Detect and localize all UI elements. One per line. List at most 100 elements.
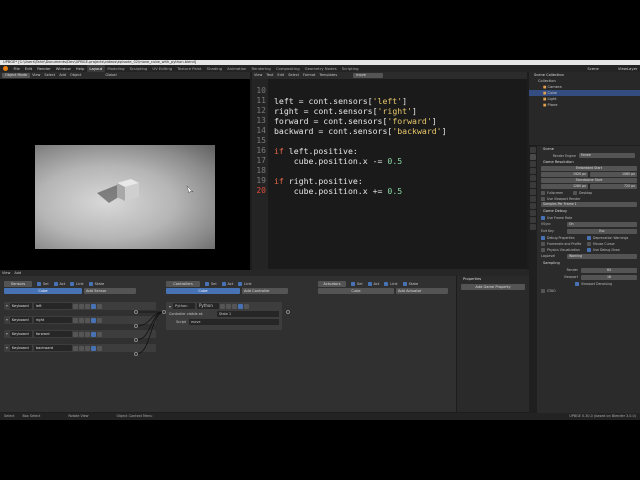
mouse-cursor-checkbox[interactable] bbox=[587, 241, 591, 246]
section-game-resolution[interactable]: Game Resolution bbox=[539, 159, 639, 165]
menu-file[interactable]: File bbox=[11, 65, 22, 72]
view-layer-tab-icon[interactable] bbox=[530, 168, 536, 174]
embedded-res-x[interactable]: 1920 px bbox=[541, 172, 588, 177]
sensors-link-checkbox[interactable] bbox=[70, 281, 75, 286]
tab-uv-editing[interactable]: UV Editing bbox=[150, 65, 175, 72]
samples-per-frame-field[interactable]: Samples Per Frame 1 bbox=[541, 202, 637, 207]
move-down-icon[interactable] bbox=[232, 303, 238, 309]
physics-visualization-checkbox[interactable] bbox=[541, 247, 545, 252]
sensors-act-checkbox[interactable] bbox=[53, 281, 58, 286]
expand-icon[interactable]: ▾ bbox=[6, 318, 8, 322]
exit-key-field[interactable]: Esc bbox=[567, 228, 637, 234]
remove-icon[interactable] bbox=[96, 317, 102, 323]
active-checkbox[interactable] bbox=[90, 317, 96, 323]
render-tab-icon[interactable] bbox=[530, 154, 536, 160]
tab-shading[interactable]: Shading bbox=[204, 65, 224, 72]
use-frame-rate-checkbox[interactable] bbox=[541, 215, 545, 220]
pin-icon[interactable] bbox=[72, 345, 78, 351]
framerate-profile-checkbox[interactable] bbox=[541, 241, 545, 246]
expand-icon[interactable]: ▾ bbox=[169, 304, 171, 309]
editor-menu-edit[interactable]: Edit bbox=[275, 72, 286, 79]
sensor-type[interactable]: Keyboard bbox=[9, 345, 32, 351]
active-checkbox[interactable] bbox=[90, 303, 96, 309]
move-up-icon[interactable] bbox=[226, 303, 232, 309]
modifier-tab-icon[interactable] bbox=[530, 196, 536, 202]
standalone-res-y[interactable]: 720 px bbox=[590, 184, 637, 189]
active-checkbox[interactable] bbox=[238, 303, 244, 309]
expand-icon[interactable]: ▾ bbox=[6, 332, 8, 336]
tab-compositing[interactable]: Compositing bbox=[273, 65, 302, 72]
embedded-res-y[interactable]: 1080 px bbox=[590, 172, 637, 177]
sensor-type[interactable]: Keyboard bbox=[9, 303, 32, 309]
standalone-start-header[interactable]: Standalone Start bbox=[541, 178, 637, 183]
remove-icon[interactable] bbox=[96, 345, 102, 351]
move-down-icon[interactable] bbox=[84, 331, 90, 337]
controllers-act-checkbox[interactable] bbox=[221, 281, 226, 286]
use-debug-draw-checkbox[interactable] bbox=[587, 247, 591, 252]
add-sensor-button[interactable]: Add Sensor bbox=[84, 288, 136, 294]
blender-logo-icon[interactable] bbox=[3, 66, 8, 71]
remove-icon[interactable] bbox=[96, 331, 102, 337]
mode-selector[interactable]: Object Mode bbox=[2, 73, 31, 78]
fullscreen-checkbox[interactable] bbox=[541, 190, 545, 195]
add-controller-button[interactable]: Add Controller bbox=[242, 288, 288, 294]
controller-output-socket[interactable] bbox=[286, 310, 290, 314]
move-up-icon[interactable] bbox=[78, 345, 84, 351]
actuators-link-checkbox[interactable] bbox=[384, 281, 389, 286]
viewport-menu-view[interactable]: View bbox=[30, 72, 42, 79]
editor-menu-templates[interactable]: Templates bbox=[317, 72, 339, 79]
editor-menu-text[interactable]: Text bbox=[264, 72, 275, 79]
expand-icon[interactable]: ▾ bbox=[6, 304, 8, 308]
code-editor[interactable]: 10 11 12 13 14 15 16 17 18 19 20 left = … bbox=[252, 79, 527, 270]
tab-geometry-nodes[interactable]: Geometry Nodes bbox=[302, 65, 339, 72]
desktop-checkbox[interactable] bbox=[573, 190, 578, 195]
object-tab-icon[interactable] bbox=[530, 189, 536, 195]
menu-help[interactable]: Help bbox=[73, 65, 87, 72]
move-down-icon[interactable] bbox=[84, 317, 90, 323]
state-icon[interactable] bbox=[220, 303, 226, 309]
menu-edit[interactable]: Edit bbox=[22, 65, 34, 72]
actuators-menu[interactable]: Actuators bbox=[318, 280, 346, 287]
move-up-icon[interactable] bbox=[78, 303, 84, 309]
data-tab-icon[interactable] bbox=[530, 217, 536, 223]
sensor-name[interactable]: backward bbox=[33, 345, 72, 351]
add-game-property-button[interactable]: Add Game Property bbox=[461, 284, 525, 290]
logic-editor[interactable]: Sensors Sel Act Link State Cube Add Sens… bbox=[0, 276, 529, 412]
actuators-state-checkbox[interactable] bbox=[402, 281, 407, 286]
controller-name[interactable]: Python bbox=[197, 303, 220, 309]
world-tab-icon[interactable] bbox=[530, 182, 536, 188]
deprecation-warnings-checkbox[interactable] bbox=[587, 235, 591, 240]
controllers-sel-checkbox[interactable] bbox=[205, 281, 209, 286]
viewport-menu-select[interactable]: Select bbox=[42, 72, 57, 79]
sensor-output-socket[interactable] bbox=[134, 324, 138, 328]
game-render-view[interactable] bbox=[35, 145, 215, 249]
editor-menu-view[interactable]: View bbox=[252, 72, 264, 79]
controllers-link-checkbox[interactable] bbox=[238, 281, 243, 286]
sensors-menu[interactable]: Sensors bbox=[4, 280, 32, 287]
script-select[interactable]: move bbox=[189, 319, 279, 325]
sensors-sel-checkbox[interactable] bbox=[37, 281, 41, 286]
viewport-denoising-checkbox[interactable] bbox=[575, 281, 579, 286]
menu-window[interactable]: Window bbox=[53, 65, 73, 72]
3d-viewport[interactable] bbox=[0, 79, 250, 277]
sensors-object-cube[interactable]: Cube bbox=[4, 288, 82, 294]
sensor-output-socket[interactable] bbox=[134, 310, 138, 314]
tab-texture-paint[interactable]: Texture Paint bbox=[175, 65, 205, 72]
sensor-output-socket[interactable] bbox=[134, 338, 138, 342]
debug-properties-checkbox[interactable] bbox=[541, 235, 545, 240]
sensor-output-socket[interactable] bbox=[134, 352, 138, 356]
actuators-object-cube[interactable]: Cube bbox=[318, 288, 394, 294]
viewport-menu-add[interactable]: Add bbox=[57, 72, 68, 79]
vsync-select[interactable]: On bbox=[567, 221, 637, 227]
properties-editor[interactable]: Scene Render Engine Eevee Game Resolutio… bbox=[529, 146, 640, 414]
editor-menu-select[interactable]: Select bbox=[286, 72, 301, 79]
use-viewport-checkbox[interactable] bbox=[541, 196, 545, 201]
standalone-res-x[interactable]: 1280 px bbox=[541, 184, 588, 189]
editor-menu-format[interactable]: Format bbox=[301, 72, 317, 79]
output-tab-icon[interactable] bbox=[530, 161, 536, 167]
pin-icon[interactable] bbox=[72, 317, 78, 323]
pin-icon[interactable] bbox=[72, 331, 78, 337]
menu-render[interactable]: Render bbox=[35, 65, 54, 72]
render-engine-select[interactable]: Eevee bbox=[579, 153, 635, 158]
controller-state-select[interactable]: State 1 bbox=[217, 311, 279, 317]
